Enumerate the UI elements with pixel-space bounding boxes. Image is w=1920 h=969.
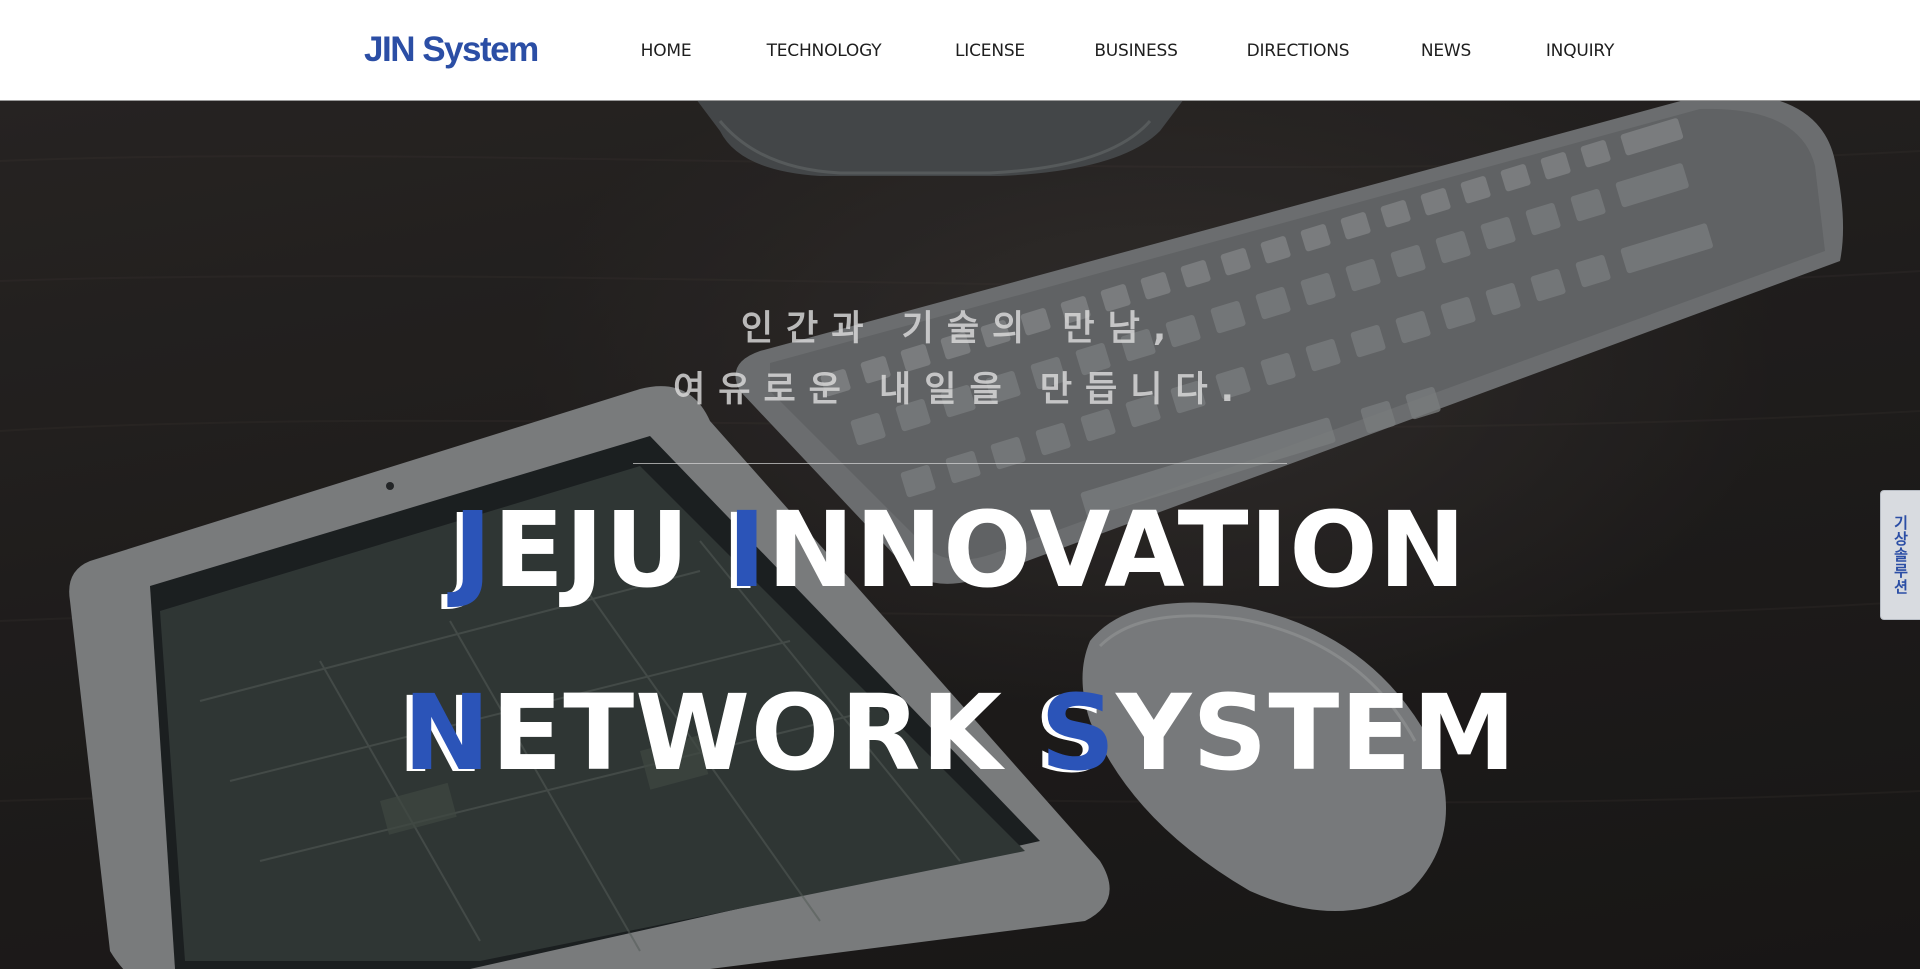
nav-business[interactable]: BUSINESS: [1094, 39, 1178, 63]
headline-initial-i: I: [727, 489, 768, 611]
hero-section: 인간과 기술의 만남, 여유로운 내일을 만듭니다. JEJU INNOVATI…: [0, 101, 1920, 969]
nav-home[interactable]: HOME: [641, 39, 692, 63]
hero-headline-line1: JEJU INNOVATION: [0, 490, 1920, 610]
hero-headline-line2: NETWORK SYSTEM: [0, 673, 1920, 793]
site-header: JIN System HOME TECHNOLOGY LICENSE BUSIN…: [0, 0, 1920, 101]
nav-news[interactable]: NEWS: [1421, 39, 1471, 63]
side-tab-label: 기상솔루션: [1891, 515, 1910, 595]
headline-text-nnovation: NNOVATION: [767, 489, 1467, 611]
hero-tagline-line1: 인간과 기술의 만남,: [740, 309, 1180, 349]
main-nav: HOME TECHNOLOGY LICENSE BUSINESS DIRECTI…: [0, 0, 1920, 101]
weather-solution-side-tab[interactable]: 기상솔루션: [1880, 490, 1920, 620]
hero-divider: [633, 463, 1287, 464]
headline-initial-n: N: [403, 672, 492, 794]
nav-technology[interactable]: TECHNOLOGY: [767, 39, 882, 63]
headline-initial-j: J: [453, 489, 493, 611]
headline-text-etwork: ETWORK: [491, 672, 1041, 794]
nav-directions[interactable]: DIRECTIONS: [1247, 39, 1350, 63]
headline-text-eju: EJU: [492, 489, 728, 611]
nav-license[interactable]: LICENSE: [955, 39, 1025, 63]
hero-tagline-line2: 여유로운 내일을 만듭니다.: [673, 370, 1247, 410]
headline-initial-s: S: [1040, 672, 1117, 794]
headline-text-ystem: YSTEM: [1116, 672, 1517, 794]
nav-inquiry[interactable]: INQUIRY: [1546, 39, 1614, 63]
